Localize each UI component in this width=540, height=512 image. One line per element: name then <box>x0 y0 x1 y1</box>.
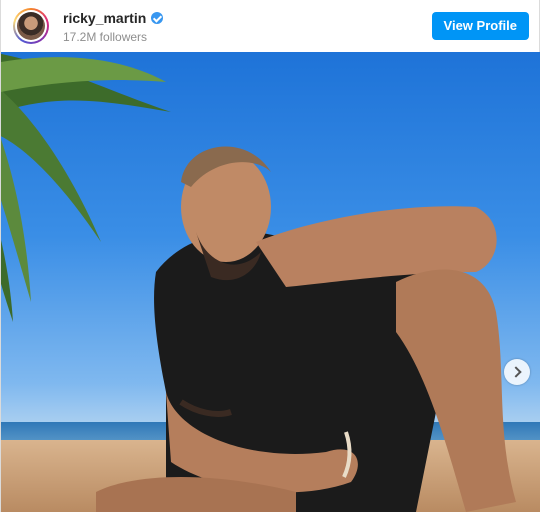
person-photo <box>96 146 516 512</box>
username-link[interactable]: ricky_martin <box>63 10 146 26</box>
verified-badge-icon <box>151 12 164 24</box>
instagram-embed-card: ricky_martin 17.2M followers View Profil… <box>0 0 540 512</box>
view-profile-button[interactable]: View Profile <box>431 12 529 40</box>
post-photo[interactable] <box>1 52 540 512</box>
username-row: ricky_martin <box>63 10 164 26</box>
post-header: ricky_martin 17.2M followers View Profil… <box>1 0 540 52</box>
avatar[interactable] <box>13 8 49 44</box>
carousel-next-icon[interactable] <box>504 359 530 385</box>
avatar-frame <box>15 10 47 42</box>
follower-count: 17.2M followers <box>63 30 148 44</box>
avatar-image <box>17 12 45 40</box>
